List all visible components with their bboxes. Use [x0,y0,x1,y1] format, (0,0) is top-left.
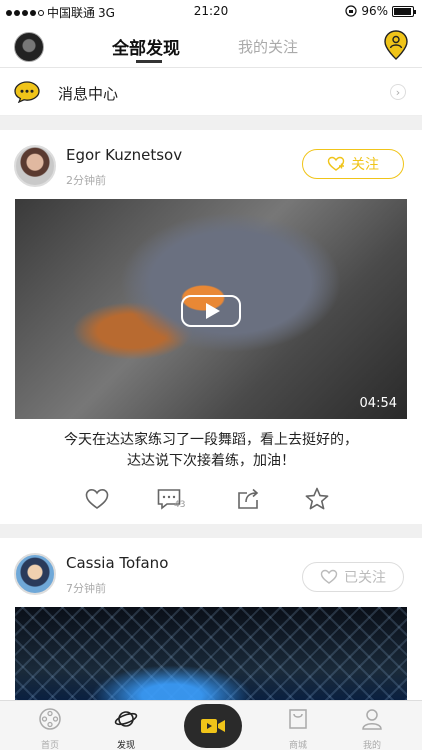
author-avatar[interactable] [14,145,56,187]
video-camera-icon [201,719,225,733]
shopping-bag-icon [289,709,307,729]
tab-label: 我的 [362,741,381,750]
chevron-right-icon: › [390,84,406,100]
tab-label: 首页 [40,741,59,750]
planet-icon [114,711,138,727]
battery-percent: 96% [361,4,388,18]
tab-mall[interactable]: 商城 [268,707,328,750]
author-name[interactable]: Cassia Tofano [66,554,168,572]
tab-my-following[interactable]: 我的关注 [238,36,298,57]
like-heart-icon[interactable] [84,486,110,512]
comment-count: 43 [174,500,186,510]
post-time: 7分钟前 [66,582,106,595]
post-card: Cassia Tofano 7分钟前 已关注 [0,538,422,700]
section-divider [0,524,422,538]
follow-button[interactable]: 关注 [302,149,404,179]
tab-label: 商城 [288,741,307,750]
battery-icon [392,5,416,17]
message-center-label: 消息中心 [58,85,119,103]
status-bar: 中国联通 3G 21:20 96% [0,0,422,24]
chat-bubble-icon [14,81,40,103]
person-icon [362,709,382,730]
rotation-lock-icon [345,5,357,17]
favorite-star-icon[interactable] [304,486,330,512]
tab-discover[interactable]: 发现 [96,707,156,750]
location-person-icon[interactable] [384,30,408,60]
play-icon[interactable] [181,295,241,327]
active-tab-indicator [136,60,162,63]
post-time: 2分钟前 [66,174,106,187]
film-reel-icon [39,708,61,730]
video-thumbnail[interactable] [15,607,407,700]
caption-line: 达达说下次接着练，加油！ [127,453,295,469]
record-video-button[interactable] [184,704,242,748]
followed-button-label: 已关注 [344,570,386,586]
message-center-row[interactable]: 消息中心 › [0,68,422,116]
tab-all-discover[interactable]: 全部发现 [112,34,180,59]
author-name[interactable]: Egor Kuznetsov [66,146,182,164]
post-caption: 今天在达达家练习了一段舞蹈，看上去挺好的， 达达说下次接着练，加油！ [20,430,402,472]
section-divider [0,116,422,130]
caption-line: 今天在达达家练习了一段舞蹈，看上去挺好的， [64,432,358,448]
user-avatar[interactable] [14,32,44,62]
tab-label: 发现 [116,741,135,750]
author-avatar[interactable] [14,553,56,595]
bottom-tab-bar: 首页 发现 商城 我的 [0,700,422,750]
tab-home[interactable]: 首页 [20,707,80,750]
video-duration: 04:54 [359,396,397,411]
share-icon[interactable] [236,486,262,512]
top-navigation: 全部发现 我的关注 [0,24,422,68]
post-card: Egor Kuznetsov 2分钟前 关注 04:54 今天在达达家练习了一段… [0,130,422,524]
followed-button[interactable]: 已关注 [302,562,404,592]
tab-mine[interactable]: 我的 [342,707,402,750]
heart-plus-icon [327,156,345,171]
heart-check-icon [320,569,338,584]
video-thumbnail[interactable]: 04:54 [15,199,407,419]
follow-button-label: 关注 [351,157,379,173]
post-actions: 43 [0,486,422,514]
